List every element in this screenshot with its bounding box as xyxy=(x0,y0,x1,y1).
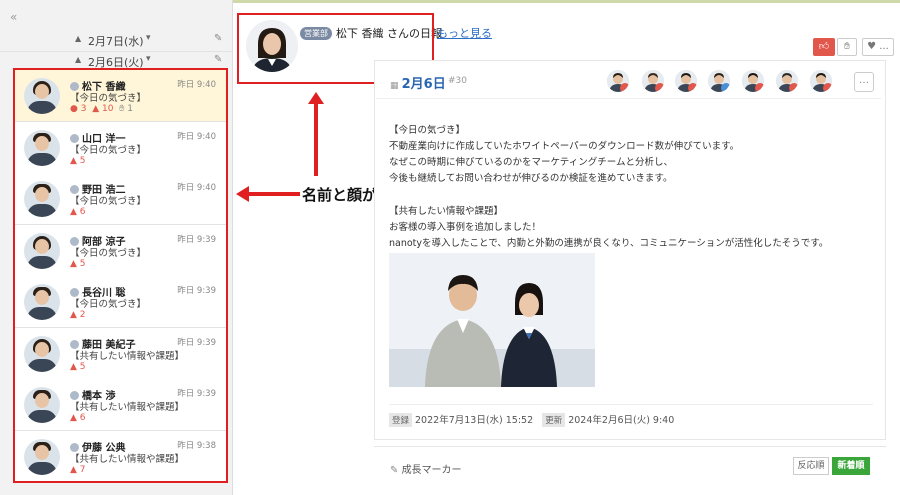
case-study-photo xyxy=(389,253,595,387)
more-menu-button[interactable]: … xyxy=(854,72,874,92)
clap-icon: ✋︎ xyxy=(844,41,850,52)
updated-tag: 更新 xyxy=(542,413,566,427)
divider xyxy=(389,404,873,405)
reactor-avatar[interactable] xyxy=(675,70,697,92)
sort-by-reaction-button[interactable]: 反応順 xyxy=(793,457,829,475)
divider xyxy=(376,98,881,99)
report-number: #30 xyxy=(448,76,467,86)
date-row-feb7[interactable]: ▲ 2月7日(水) ▾ ✎ xyxy=(0,31,232,49)
registered-tag: 登録 xyxy=(389,413,413,427)
marker-icon: ✎ xyxy=(390,465,402,476)
heart-icon: ♥ ... xyxy=(867,41,889,52)
report-body-line: 不動産業向けに作成していたホワイトペーパーのダウンロード数が伸びています。 xyxy=(389,141,740,152)
pencil-icon[interactable]: ✎ xyxy=(214,54,222,65)
reaction-badge-icon xyxy=(655,83,664,92)
top-accent-line xyxy=(232,0,900,3)
divider xyxy=(374,446,886,447)
expand-triangle-icon: ▲ xyxy=(75,34,82,43)
annotation-left-arrow xyxy=(236,186,300,202)
reactor-avatar[interactable] xyxy=(708,70,730,92)
timestamps: 登録 2022年7月13日(水) 15:52 更新 2024年2月6日(火) 9:4… xyxy=(389,412,674,427)
thumbs-up-icon: 👍︎ xyxy=(818,41,830,52)
report-body-line: 【今日の気づき】 xyxy=(389,125,466,136)
reactor-avatar[interactable] xyxy=(776,70,798,92)
growth-marker[interactable]: ✎ 成長マーカー xyxy=(390,461,462,476)
reactor-avatar[interactable] xyxy=(810,70,832,92)
pencil-icon[interactable]: ✎ xyxy=(214,33,222,44)
report-body-line: 今後も継続してお問い合わせが伸びるのか検証を進めていきます。 xyxy=(389,173,673,184)
registered-time: 2022年7月13日(水) 15:52 xyxy=(415,415,534,426)
highlight-box-list xyxy=(13,68,228,483)
report-date: ▦ 2月6日 xyxy=(390,77,446,92)
sort-by-newest-button[interactable]: 新着順 xyxy=(832,457,870,475)
updated-time: 2024年2月6日(火) 9:40 xyxy=(568,415,675,426)
like-toggle-button[interactable]: 👍︎ xyxy=(813,38,835,56)
reaction-badge-icon xyxy=(688,83,697,92)
chevron-down-icon: ▾ xyxy=(146,33,151,43)
heart-button[interactable]: ♥ ... xyxy=(862,38,894,56)
clap-button[interactable]: ✋︎ xyxy=(837,38,857,56)
reactor-avatar[interactable] xyxy=(742,70,764,92)
calendar-icon: ▦ xyxy=(390,81,402,91)
report-body-line: 【共有したい情報や課題】 xyxy=(389,206,504,217)
date-label: 2月7日(水) xyxy=(88,35,144,48)
reaction-badge-icon xyxy=(789,83,798,92)
reaction-badge-icon xyxy=(721,83,730,92)
expand-triangle-icon: ▲ xyxy=(75,55,82,64)
collapse-sidebar-icon[interactable]: « xyxy=(10,10,17,24)
report-body-line: なぜこの時期に伸びているのかをマーケティングチームと分析し、 xyxy=(389,157,673,168)
reaction-badge-icon xyxy=(755,83,764,92)
reactor-avatar[interactable] xyxy=(607,70,629,92)
chevron-down-icon: ▾ xyxy=(146,54,151,64)
more-link[interactable]: もっと見る xyxy=(437,25,492,41)
annotation-up-arrow xyxy=(308,92,324,176)
reaction-badge-icon xyxy=(823,83,832,92)
report-body-line: お客様の導入事例を追加しました！ xyxy=(389,222,542,233)
reaction-badge-icon xyxy=(620,83,629,92)
report-body-line: nanotyを導入したことで、内勤と外勤の連携が良くなり、コミュニケーションが活… xyxy=(389,238,829,249)
reactor-avatar[interactable] xyxy=(642,70,664,92)
